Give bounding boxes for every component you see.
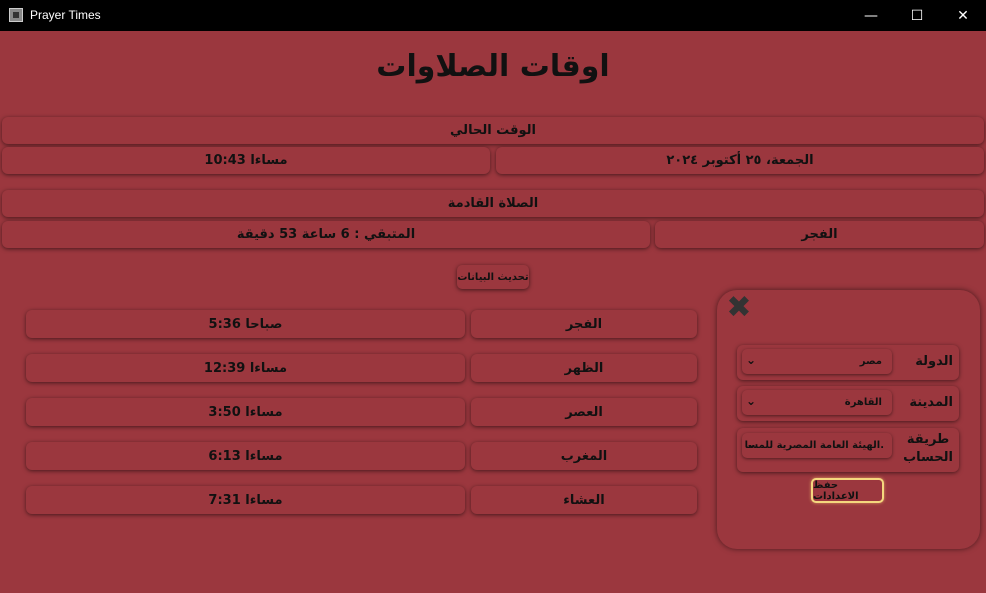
- current-time-header: الوقت الحالي: [2, 117, 984, 144]
- chevron-down-icon: ⌄: [746, 353, 757, 367]
- save-settings-button[interactable]: حفظ الاعدادات: [811, 478, 884, 503]
- maximize-button[interactable]: ☐: [894, 0, 940, 31]
- prayer-name-maghrib: المغرب: [471, 442, 697, 470]
- page-title: اوقات الصلاوات: [376, 49, 610, 84]
- method-value: الهيئة العامة المصرية للمسا.: [744, 440, 884, 451]
- prayer-name-fajr: الفجر: [471, 310, 697, 338]
- minimize-button[interactable]: —: [848, 0, 894, 31]
- window-title: Prayer Times: [30, 8, 101, 22]
- close-window-button[interactable]: ✕: [940, 0, 986, 31]
- next-prayer-remaining: المتبقي : 6 ساعة 53 دقيقة: [2, 221, 650, 248]
- city-select[interactable]: ⌄ القاهرة: [742, 390, 892, 415]
- title-bar: Prayer Times — ☐ ✕: [0, 0, 986, 31]
- method-label: طريقة الحساب: [903, 431, 953, 467]
- country-label: الدولة: [915, 354, 953, 369]
- country-select[interactable]: ⌄ مصر: [742, 349, 892, 374]
- city-value: القاهرة: [844, 397, 882, 408]
- method-label-line2: الحساب: [903, 450, 953, 465]
- country-value: مصر: [859, 356, 882, 367]
- next-prayer-header: الصلاة القادمة: [2, 190, 984, 217]
- prayer-name-isha: العشاء: [471, 486, 697, 514]
- city-label: المدينة: [909, 395, 953, 410]
- refresh-button[interactable]: تحديث البيانات: [457, 265, 529, 289]
- close-settings-icon[interactable]: ✖: [722, 290, 756, 325]
- method-select[interactable]: ⌄ الهيئة العامة المصرية للمسا.: [742, 433, 892, 458]
- city-row: المدينة ⌄ القاهرة: [737, 386, 959, 421]
- prayer-time-dhuhr: 12:39 مساءا: [26, 354, 465, 382]
- main-area: اوقات الصلاوات الوقت الحالي الجمعة، ٢٥ أ…: [0, 31, 986, 593]
- prayer-time-maghrib: 6:13 مساءا: [26, 442, 465, 470]
- country-row: الدولة ⌄ مصر: [737, 345, 959, 380]
- method-label-line1: طريقة: [906, 432, 950, 447]
- prayer-name-asr: العصر: [471, 398, 697, 426]
- prayer-time-isha: 7:31 مساءا: [26, 486, 465, 514]
- app-icon: [9, 8, 23, 22]
- current-time: 10:43 مساءا: [2, 147, 490, 174]
- chevron-down-icon: ⌄: [746, 394, 757, 408]
- prayer-time-fajr: 5:36 صباحا: [26, 310, 465, 338]
- settings-panel: ✖ الدولة ⌄ مصر المدينة ⌄ القاهرة طريقة ا…: [717, 290, 980, 549]
- prayer-name-dhuhr: الظهر: [471, 354, 697, 382]
- method-row: طريقة الحساب ⌄ الهيئة العامة المصرية للم…: [737, 428, 959, 472]
- prayer-time-asr: 3:50 مساءا: [26, 398, 465, 426]
- next-prayer-name: الفجر: [655, 221, 984, 248]
- current-date: الجمعة، ٢٥ أكتوبر ٢٠٢٤: [496, 147, 984, 174]
